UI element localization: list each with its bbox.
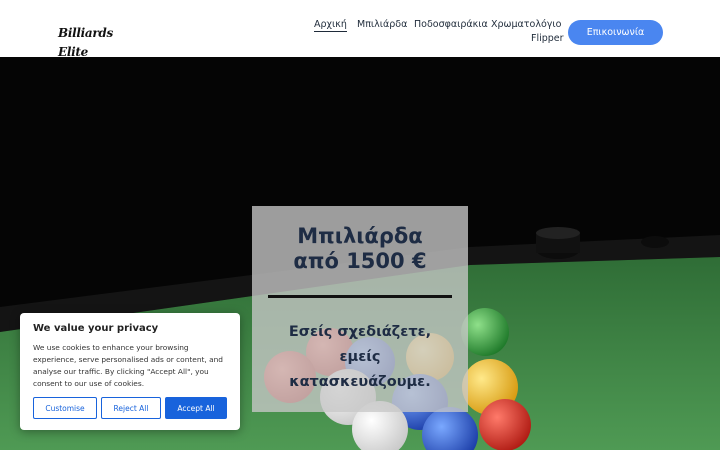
cookie-description: We use cookies to enhance your browsing … [33,343,224,388]
logo-text: Billiards Elite [58,26,113,59]
nav-home[interactable]: Αρχική [314,19,347,32]
site-logo[interactable]: Billiards Elite [58,22,144,59]
hero-title: Μπιλιάρδα από 1500 € [252,224,468,274]
hero-divider [268,295,452,298]
nav-foosball[interactable]: Ποδοσφαιράκια [414,19,488,30]
nav-flipper[interactable]: Flipper [531,33,564,44]
cookie-customise-button[interactable]: Customise [33,397,97,419]
site-header: Billiards Elite Αρχική Μπιλιάρδα Ποδοσφα… [0,0,720,59]
nav-color-chart[interactable]: Χρωματολόγιο [491,19,561,30]
hero-title-line-1: Μπιλιάρδα [297,224,423,248]
nav-billiards[interactable]: Μπιλιάρδα [357,19,407,30]
hero-subtitle-line-1: Εσείς σχεδιάζετε, [288,324,432,340]
contact-button[interactable]: Επικοινωνία [568,20,663,45]
cookie-consent-dialog: We value your privacy We use cookies to … [20,313,240,430]
cookie-accept-all-button[interactable]: Accept All [165,397,227,419]
hero-subtitle: Εσείς σχεδιάζετε, εμείς κατασκευάζουμε. [252,320,468,395]
cookie-title: We value your privacy [33,323,159,334]
hero-text-box: Μπιλιάρδα από 1500 € Εσείς σχεδιάζετε, ε… [252,206,468,412]
hero-title-line-2: από 1500 € [293,249,427,273]
hero-subtitle-line-3: κατασκευάζουμε. [289,374,431,390]
hero-subtitle-line-2: εμείς [339,349,381,365]
cookie-reject-all-button[interactable]: Reject All [101,397,161,419]
